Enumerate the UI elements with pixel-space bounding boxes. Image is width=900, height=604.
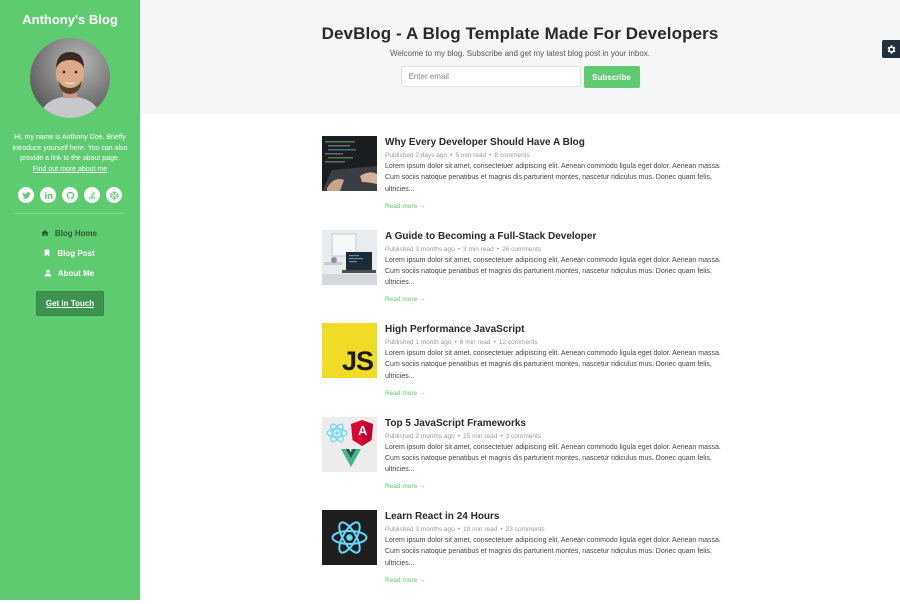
user-icon (44, 269, 52, 277)
post-title[interactable]: Learn React in 24 Hours (385, 511, 722, 522)
post-item: Learn React in 24 Hours Published 3 mont… (322, 510, 722, 604)
post-meta: Published 3 months ago • 10 min read • 23 co… (385, 526, 545, 533)
twitter-link[interactable] (18, 187, 34, 203)
workstation-image (322, 229, 377, 285)
post-date: Published 2 days ago (385, 152, 448, 159)
react-logo-image (331, 521, 368, 554)
post-comments[interactable]: 23 comments (506, 526, 545, 533)
subscribe-button[interactable]: Subscribe (583, 66, 640, 88)
post-item: Why Every Developer Should Have A Blog P… (322, 136, 722, 230)
get-in-touch-button[interactable]: Get in Touch (35, 291, 105, 316)
post-thumbnail[interactable]: JS (322, 323, 377, 378)
read-more-link[interactable]: Read more → (385, 483, 425, 490)
post-read-time: 3 min read (463, 245, 494, 253)
email-input[interactable] (400, 66, 581, 87)
bio-text: Hi, my name is Anthony Doe. Briefly intr… (12, 134, 128, 162)
post-excerpt: Lorem ipsum dolor sit amet, consectetuer… (385, 256, 721, 287)
post-item: A Top 5 JavaScript Frameworks Published … (322, 416, 722, 511)
post-meta: Published 2 days ago • 5 min read • 8 commen… (385, 152, 530, 159)
nav-item-blog-post[interactable]: Blog Post (0, 243, 140, 263)
post-meta: Published 1 month ago • 8 min read • 12 comm… (385, 339, 538, 346)
post-title[interactable]: Why Every Developer Should Have A Blog (385, 137, 722, 148)
post-excerpt: Lorem ipsum dolor sit amet, consectetuer… (385, 537, 721, 567)
nav-item-blog-home[interactable]: Blog Home (0, 223, 140, 243)
post-date: Published 3 months ago (385, 245, 455, 253)
codepen-icon (109, 190, 119, 200)
blog-name-link[interactable]: Anthony's Blog (0, 12, 140, 27)
post-read-time: 15 min read (463, 432, 498, 440)
subscribe-form: Subscribe (140, 66, 900, 88)
frameworks-image (326, 419, 373, 467)
read-more-link[interactable]: Read more → (385, 390, 425, 397)
post-read-time: 8 min read (459, 339, 491, 346)
nav-label: Blog Post (57, 248, 95, 258)
post-title[interactable]: High Performance JavaScript (385, 324, 722, 335)
post-thumbnail[interactable]: A (322, 416, 377, 472)
post-thumbnail[interactable] (322, 510, 377, 565)
read-more-link[interactable]: Read more → (385, 577, 425, 584)
post-item: A Guide to Becoming a Full-Stack Develop… (322, 229, 722, 324)
sidebar-divider (15, 213, 125, 214)
post-excerpt: Lorem ipsum dolor sit amet, consectetuer… (385, 443, 721, 474)
gear-icon (887, 44, 895, 54)
post-read-time: 5 min read (455, 152, 487, 159)
post-list: Why Every Developer Should Have A Blog P… (322, 136, 722, 604)
read-more-link[interactable]: Read more → (385, 203, 425, 210)
profile-photo (30, 38, 110, 118)
post-title[interactable]: Top 5 JavaScript Frameworks (385, 418, 722, 429)
post-date: Published 2 months ago (385, 432, 455, 440)
bio: Hi, my name is Anthony Doe. Briefly intr… (8, 133, 132, 175)
post-comments[interactable]: 3 comments (506, 433, 541, 440)
post-body: A Guide to Becoming a Full-Stack Develop… (385, 230, 722, 324)
post-meta: Published 3 months ago • 3 min read • 26 com… (385, 245, 542, 253)
angular-letter: A (358, 422, 368, 438)
js-logo: JS (341, 346, 374, 376)
sidebar-nav: Blog Home Blog Post About Me (0, 223, 140, 283)
about-link[interactable]: Find out more about me (33, 166, 107, 173)
codepen-link[interactable] (106, 187, 122, 203)
post-excerpt: Lorem ipsum dolor sit amet, consectetuer… (385, 350, 721, 380)
post-body: Top 5 JavaScript Frameworks Published 2 … (385, 417, 722, 511)
post-meta: Published 2 months ago • 15 min read • 3 com… (385, 432, 542, 440)
social-links (0, 187, 140, 203)
bookmark-icon (44, 249, 50, 257)
github-link[interactable] (62, 187, 78, 203)
post-read-time: 10 min read (463, 526, 498, 533)
post-thumbnail[interactable] (322, 229, 377, 285)
post-body: Why Every Developer Should Have A Blog P… (385, 136, 722, 230)
post-date: Published 3 months ago (385, 526, 455, 533)
nav-label: Blog Home (54, 228, 98, 238)
post-thumbnail[interactable] (322, 136, 377, 191)
post-comments[interactable]: 26 comments (502, 246, 541, 253)
main-content: DevBlog - A Blog Template Made For Devel… (140, 0, 900, 600)
linkedin-link[interactable] (40, 187, 56, 203)
post-title[interactable]: A Guide to Becoming a Full-Stack Develop… (385, 231, 722, 242)
post-comments[interactable]: 8 comments (494, 152, 529, 159)
stack-overflow-icon (88, 190, 95, 199)
read-more-link[interactable]: Read more → (385, 296, 425, 303)
post-body: High Performance JavaScript Published 1 … (385, 323, 722, 417)
post-body: Learn React in 24 Hours Published 3 mont… (385, 510, 722, 604)
laptop-code-image (322, 136, 377, 191)
post-item: JS High Performance JavaScript Published… (322, 323, 722, 417)
hero-subtitle: Welcome to my blog. Subscribe and get my… (390, 49, 650, 58)
profile-avatar (30, 38, 110, 118)
post-excerpt: Lorem ipsum dolor sit amet, consectetuer… (385, 163, 721, 193)
post-date: Published 1 month ago (385, 339, 452, 346)
linkedin-icon (44, 191, 52, 199)
github-icon (66, 191, 74, 199)
sidebar: Anthony's Blog Hi, my name is Anthony Do… (0, 0, 140, 600)
hero-section: DevBlog - A Blog Template Made For Devel… (140, 0, 900, 114)
stack-overflow-link[interactable] (84, 187, 100, 203)
nav-label: About Me (57, 268, 95, 278)
settings-toggle[interactable] (882, 40, 900, 58)
twitter-icon (21, 191, 31, 199)
post-comments[interactable]: 12 comments (499, 339, 538, 346)
page-title: DevBlog - A Blog Template Made For Devel… (321, 24, 719, 43)
home-icon (41, 230, 49, 236)
nav-item-about-me[interactable]: About Me (0, 263, 140, 283)
